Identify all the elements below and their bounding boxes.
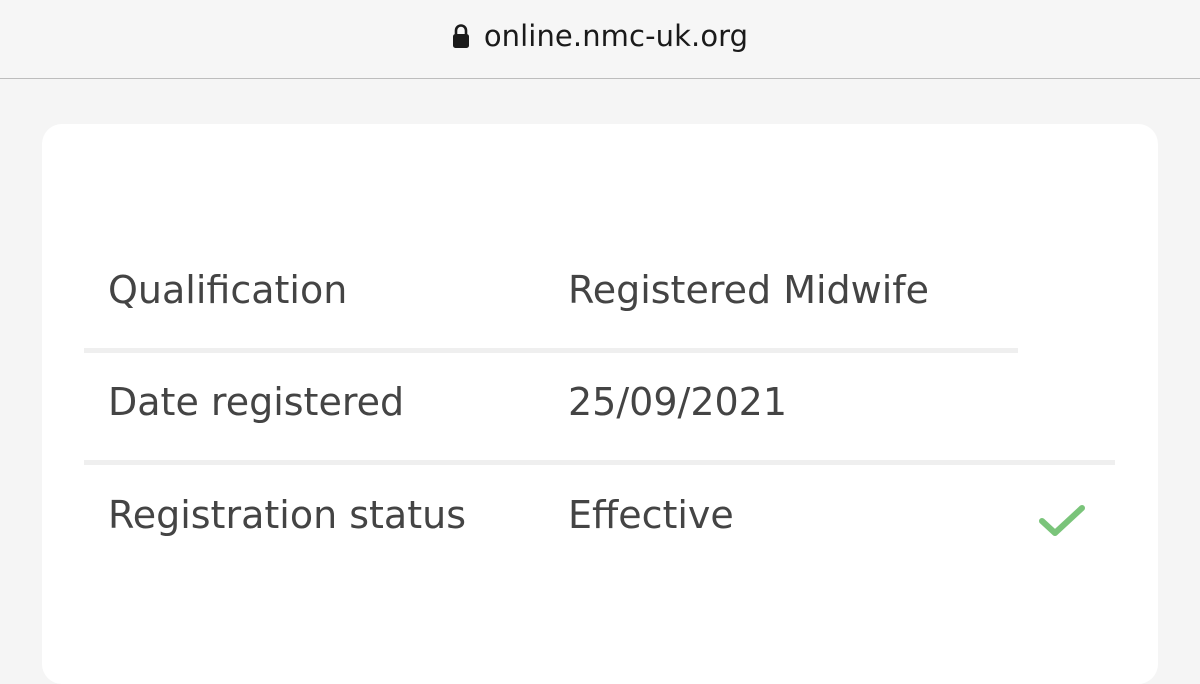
date-registered-value: 25/09/2021 (568, 380, 788, 424)
qualification-value: Registered Midwife (568, 268, 930, 312)
date-registered-label: Date registered (108, 380, 405, 424)
registration-status-value: Effective (568, 493, 734, 537)
row-divider (84, 460, 1115, 465)
browser-address-bar[interactable]: online.nmc-uk.org (0, 0, 1200, 79)
url-display[interactable]: online.nmc-uk.org (452, 19, 748, 53)
lock-icon (452, 23, 470, 49)
checkmark-icon (1038, 504, 1086, 538)
registration-details-card: Qualification Registered Midwife Date re… (42, 124, 1158, 684)
qualification-label: Qualification (108, 268, 348, 312)
row-divider (84, 348, 1018, 353)
url-text[interactable]: online.nmc-uk.org (484, 19, 748, 53)
registration-status-label: Registration status (108, 493, 466, 537)
